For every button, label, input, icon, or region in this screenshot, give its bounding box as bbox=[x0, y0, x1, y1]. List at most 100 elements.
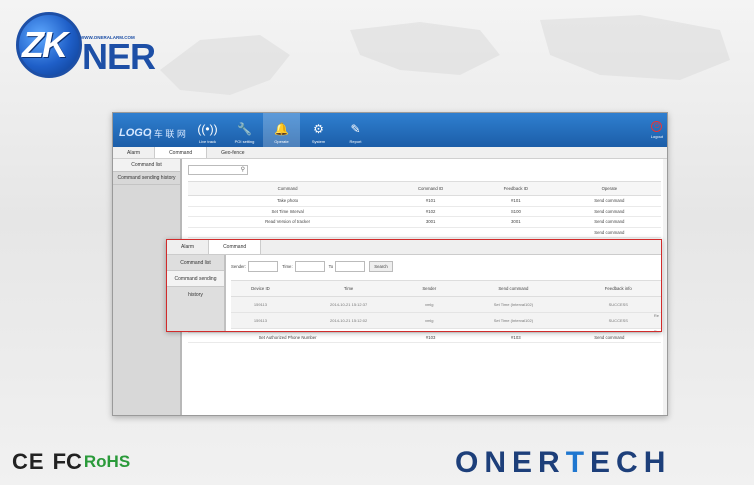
zoom-tab-command[interactable]: Command bbox=[208, 240, 262, 254]
nav-live-track[interactable]: ((•)) Live track bbox=[189, 113, 226, 147]
zoom-left-panel: Command list Command sending history bbox=[167, 255, 226, 331]
search-icon[interactable]: ⚲ bbox=[241, 166, 245, 173]
nav-poi-setting[interactable]: 🔧 POI setting bbox=[226, 113, 263, 147]
nav-system[interactable]: ⚙ System bbox=[300, 113, 337, 147]
zoom-body: Command list Command sending history Sen… bbox=[167, 255, 661, 331]
col-command-id: Command ID bbox=[387, 181, 475, 196]
search-button[interactable]: Search bbox=[369, 260, 393, 272]
table-cell: Set Time (Interval102) bbox=[451, 312, 576, 329]
onertech-brand: ONERTECH bbox=[455, 446, 671, 480]
sender-input[interactable] bbox=[248, 260, 279, 272]
table-cell: #101 bbox=[387, 195, 475, 207]
fcc-mark: FC bbox=[52, 449, 82, 474]
app-logo-cn: | 车 联 网 bbox=[149, 129, 186, 139]
left-item-command-history[interactable]: Command sending history bbox=[113, 172, 180, 185]
power-icon: ⏻ bbox=[651, 121, 663, 132]
zoom-tab-alarm[interactable]: Alarm bbox=[167, 240, 208, 254]
send-command-link[interactable]: Send command bbox=[557, 227, 661, 238]
tab-command[interactable]: Command bbox=[154, 147, 208, 158]
send-command-link[interactable]: Send command bbox=[557, 216, 661, 228]
nav-report[interactable]: ✎ Report bbox=[337, 113, 374, 147]
table-cell: Take photo bbox=[188, 195, 388, 207]
nav-label: Report bbox=[349, 139, 362, 144]
send-command-link[interactable]: Send command bbox=[557, 332, 661, 343]
table-cell: 2014-10-21 15:12:02 bbox=[289, 312, 408, 329]
table-row: Take photo #101 #101 Send command bbox=[188, 195, 661, 207]
table-cell: SUCCESS bbox=[575, 296, 661, 313]
zk-logo-ner: NER bbox=[82, 36, 156, 77]
table-cell: 159113 bbox=[231, 296, 290, 313]
table-cell: 3001 bbox=[387, 216, 475, 228]
table-row: Set Authorized Phone Number #103 #103 Send … bbox=[188, 332, 661, 343]
report-icon: ✎ bbox=[350, 122, 361, 136]
table-cell: SUCCESS bbox=[575, 312, 661, 329]
history-filter: Sender: Time: To Search bbox=[231, 260, 661, 272]
logout-label: Logout bbox=[650, 134, 663, 139]
logout-button[interactable]: ⏻ Logout bbox=[651, 121, 663, 139]
zk-logo-letters: ZK bbox=[22, 24, 68, 65]
wrench-icon: 🔧 bbox=[237, 122, 252, 136]
ce-mark: CE bbox=[12, 449, 45, 474]
brand-part: ECH bbox=[590, 446, 672, 479]
table-row: Read Version of tracker 3001 3001 Send comm… bbox=[188, 216, 661, 228]
gear-icon: ⚙ bbox=[313, 122, 324, 136]
brand-accent: T bbox=[565, 446, 591, 479]
table-cell: #103 bbox=[474, 332, 558, 343]
brand-part: ONER bbox=[455, 446, 566, 479]
table-cell: S100 bbox=[474, 206, 558, 217]
table-header-row: Command Command ID Feedback ID Operate bbox=[188, 181, 661, 196]
search-input[interactable]: ⚲ bbox=[188, 165, 248, 175]
rohs-mark: RoHS bbox=[83, 452, 131, 471]
signal-icon: ((•)) bbox=[197, 122, 218, 136]
table-cell: xmlg bbox=[407, 312, 452, 329]
col-time: Time bbox=[289, 280, 408, 297]
table-cell: 3001 bbox=[474, 216, 558, 228]
zoom-left-item-command-history[interactable]: Command sending history bbox=[167, 271, 224, 298]
table-cell bbox=[188, 227, 388, 238]
tab-alarm[interactable]: Alarm bbox=[113, 147, 154, 158]
nav-label: Live track bbox=[198, 139, 217, 144]
table-cell: Set Time (Interval102) bbox=[451, 296, 576, 313]
sender-label: Sender: bbox=[231, 263, 247, 269]
left-item-command-list[interactable]: Command list bbox=[113, 159, 180, 172]
main-nav: ((•)) Live track 🔧 POI setting 🔔 Operate… bbox=[189, 113, 374, 147]
zoom-left-item-command-list[interactable]: Command list bbox=[167, 255, 224, 271]
time-label: Time: bbox=[282, 263, 293, 269]
col-sender: Sender bbox=[407, 280, 452, 297]
table-cell: #101 bbox=[474, 195, 558, 207]
time-to-input[interactable] bbox=[335, 260, 366, 272]
col-device-id: Device ID bbox=[231, 280, 290, 297]
table-row: Set Time Interval #102 S100 Send command bbox=[188, 206, 661, 217]
to-label: To bbox=[328, 263, 334, 269]
history-table: Device ID Time Sender Send command Feedb… bbox=[231, 280, 661, 329]
app-logo: LOGO bbox=[119, 127, 152, 139]
table-cell: 2014-10-21 15:12:37 bbox=[289, 296, 408, 313]
send-command-link[interactable]: Send command bbox=[557, 195, 661, 207]
bell-icon: 🔔 bbox=[274, 122, 289, 136]
send-command-link[interactable]: Send command bbox=[557, 206, 661, 217]
time-from-input[interactable] bbox=[294, 260, 325, 272]
table-cell bbox=[474, 227, 558, 238]
col-operate: Operate bbox=[557, 181, 661, 196]
table-row: 159113 2014-10-21 15:12:02 xmlg Set Time (I… bbox=[231, 312, 661, 329]
app-header: LOGO | 车 联 网 ((•)) Live track 🔧 POI sett… bbox=[113, 113, 667, 147]
table-cell: Set Time Interval bbox=[188, 206, 388, 217]
table-cell: #103 bbox=[387, 332, 475, 343]
table-cell bbox=[387, 227, 475, 238]
world-map-background bbox=[160, 15, 730, 95]
table-cell: #102 bbox=[387, 206, 475, 217]
col-send-command: Send command bbox=[451, 280, 576, 297]
history-header-row: Device ID Time Sender Send command Feedb… bbox=[231, 280, 661, 297]
history-table-body: 159113 2014-10-21 15:12:37 xmlg Set Time (I… bbox=[231, 296, 661, 329]
certification-marks: CE FC RoHS bbox=[12, 449, 130, 475]
table-cell: Read Version of tracker bbox=[188, 216, 388, 228]
nav-label: POI setting bbox=[234, 139, 255, 144]
zoom-content: Sender: Time: To Search Device ID Time S… bbox=[226, 255, 661, 331]
tab-geo-fence[interactable]: Geo-fence bbox=[207, 147, 258, 158]
tab-bar: Alarm Command Geo-fence bbox=[113, 147, 667, 159]
scrollbar[interactable] bbox=[663, 159, 667, 415]
table-cell: xmlg bbox=[407, 296, 452, 313]
col-feedback-info: Feedback info bbox=[575, 280, 661, 297]
nav-operate[interactable]: 🔔 Operate bbox=[263, 113, 300, 147]
nav-label: Operate bbox=[274, 139, 289, 144]
